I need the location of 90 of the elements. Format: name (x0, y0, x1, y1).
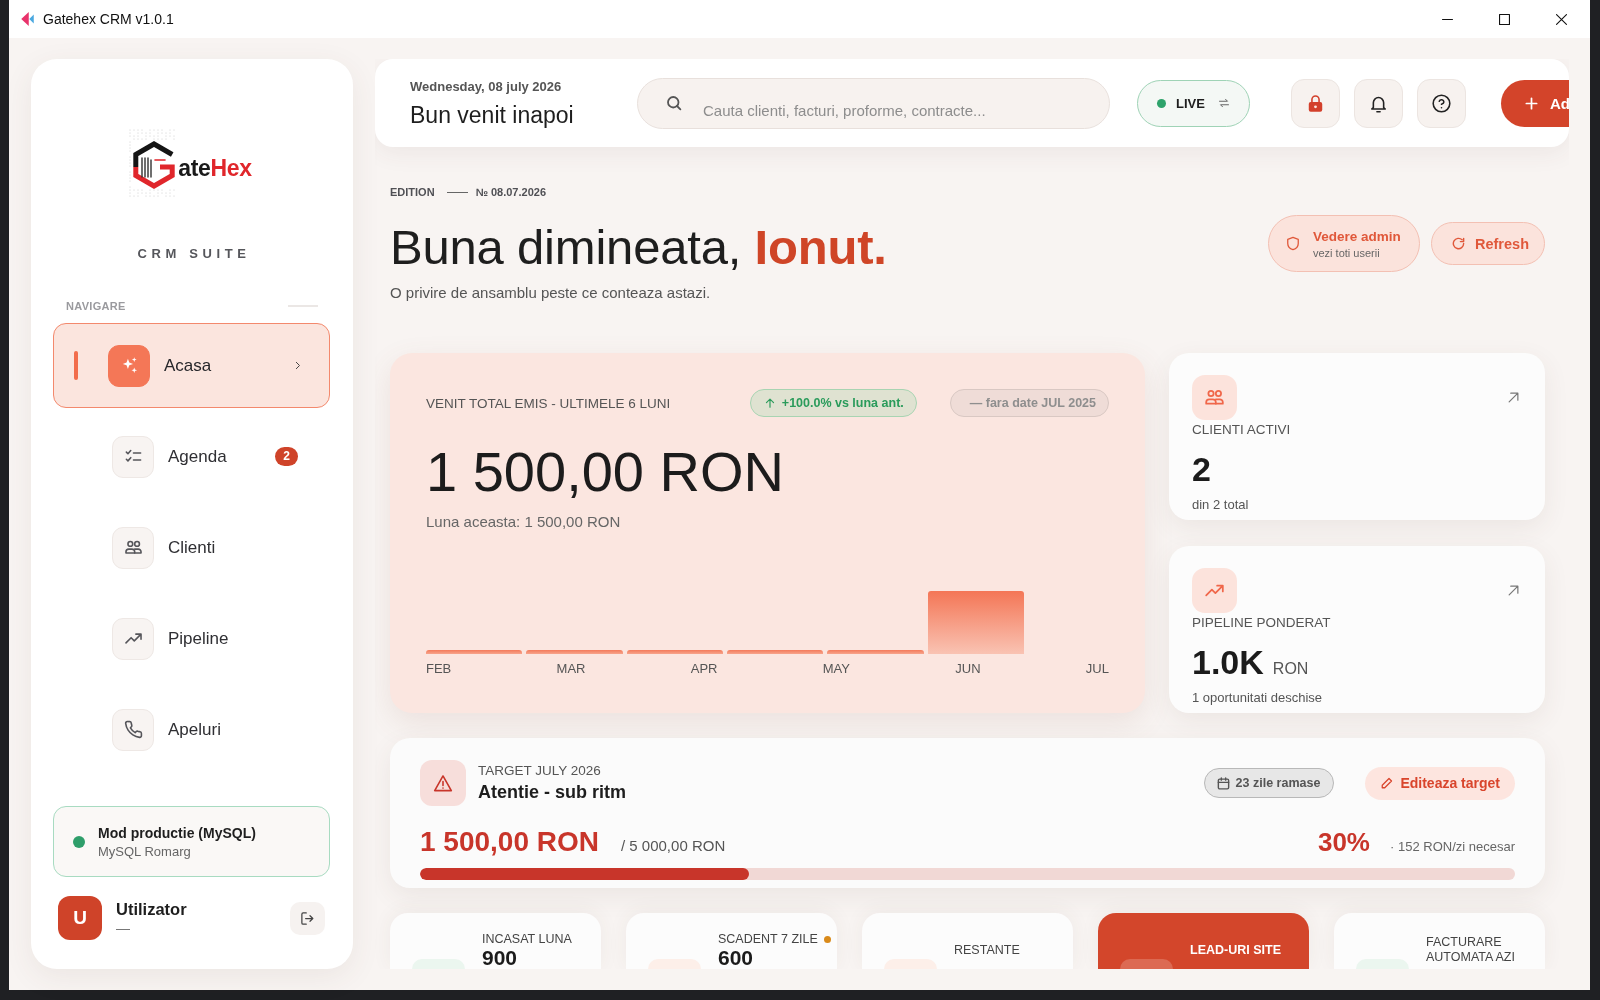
month-label: JUN (955, 661, 981, 677)
count-badge: 2 (275, 447, 298, 466)
edition-number: № 08.07.2026 (475, 185, 546, 200)
pencil-icon[interactable] (1381, 777, 1394, 789)
achieved-amount: 1 500,00 RON (420, 825, 599, 859)
kpi-caption: din 2 total (1192, 496, 1249, 514)
search-icon (665, 93, 683, 112)
kpi-label: PIPELINE PONDERAT (1192, 614, 1331, 632)
revenue-title: VENIT TOTAL EMIS - ULTIMELE 6 LUNI (426, 395, 671, 411)
window-title: Gatehex CRM v1.0.1 (43, 11, 174, 27)
kpi-caption: 1 oportunitati deschise (1192, 689, 1323, 707)
lock-icon[interactable] (1306, 93, 1325, 113)
arrow-up-right-icon (1508, 585, 1519, 596)
revenue-total: 1 500,00 RON (426, 439, 784, 505)
lock-button[interactable] (1291, 78, 1340, 128)
status-title: Mod productie (MySQL) (98, 823, 256, 842)
comparison-badge: — fara date JUL 2025 (949, 389, 1109, 417)
welcome-text: Bun venit inapoi (410, 101, 574, 128)
kpi-value: 2 (1192, 449, 1211, 489)
trend-up-icon (1192, 568, 1237, 613)
target-label: TARGET JULY 2026 (478, 762, 601, 780)
stat-label: INCASAT LUNA (482, 931, 572, 947)
arrow-up-icon (764, 397, 775, 409)
edition-label: EDITION (390, 185, 435, 200)
change-text: +100.0% vs luna ant. (781, 396, 904, 410)
daily-needed: · 152 RON/zi necesar (1390, 839, 1515, 854)
checklist-icon (112, 435, 154, 478)
month-label: MAY (822, 661, 850, 677)
nav-item[interactable]: Apeluri (53, 687, 330, 772)
target-percent: 30% (1317, 826, 1370, 859)
user-avatar: U (58, 896, 102, 940)
refresh-icon[interactable] (1452, 237, 1465, 250)
active-marker-icon (74, 351, 78, 380)
calendar-icon (1216, 776, 1230, 790)
nav-item[interactable]: Agenda 2 (53, 414, 330, 499)
warning-icon (420, 760, 466, 806)
sparkle-icon (108, 344, 150, 387)
revenue-subtitle: Luna aceasta: 1 500,00 RON (426, 512, 621, 532)
people-icon (1192, 375, 1237, 420)
month-label: FEB (426, 661, 452, 677)
plus-icon[interactable] (1525, 96, 1538, 110)
status-subtitle: MySQL Romarg (98, 843, 191, 860)
user-name: Utilizator (116, 899, 187, 919)
kpi-unit: RON (1272, 660, 1309, 678)
suite-label: CRM SUITE (136, 246, 251, 262)
arrow-up-right-icon (1508, 392, 1519, 403)
kpi-label: CLIENTI ACTIVI (1192, 421, 1291, 439)
greeting-title: Buna dimineata, Ionut. (390, 219, 887, 275)
logout-button[interactable] (290, 901, 325, 935)
close-icon[interactable] (1556, 13, 1567, 25)
swap-arrows-icon (1216, 97, 1231, 109)
stat-value: 600 (718, 946, 754, 969)
app-logo-icon (21, 12, 34, 26)
stat-value: 900 (482, 946, 518, 969)
month-label: APR (690, 661, 718, 677)
month-label: JUL (1085, 661, 1109, 677)
stat-label: LEAD-URI SITE (1190, 942, 1281, 958)
help-icon[interactable] (1432, 93, 1451, 113)
stat-label: RESTANTE (954, 942, 1020, 958)
edit-target-button[interactable]: Editeaza target (1365, 766, 1515, 800)
logout-icon[interactable] (300, 910, 315, 926)
phone-icon (112, 708, 154, 751)
nav-item[interactable]: Clienti (53, 505, 330, 590)
date-label: Wednesday, 08 july 2026 (410, 78, 562, 95)
goal-amount: / 5 000,00 RON (621, 837, 726, 854)
kpi-value: 1.0K (1192, 642, 1264, 682)
minimize-icon[interactable] (1442, 18, 1453, 20)
logo-text: ateHex (178, 154, 252, 182)
help-button[interactable] (1417, 78, 1466, 128)
days-left-text: 23 zile ramase (1235, 776, 1321, 790)
stat-label: SCADENT 7 ZILE (718, 931, 818, 947)
greeting-subtitle: O privire de ansamblu peste ce conteaza astazi. (390, 283, 711, 303)
user-role: — (116, 919, 130, 937)
chevron-right-icon (294, 359, 302, 372)
maximize-icon[interactable] (1499, 13, 1510, 25)
search-field[interactable]: Cauta clienti, facturi, proforme, contracte... (637, 77, 1110, 129)
nav-item[interactable]: Acasa (53, 323, 330, 408)
target-status: Atentie - sub ritm (478, 781, 626, 804)
month-label: MAR (556, 661, 586, 677)
shield-icon[interactable] (1286, 236, 1300, 251)
notifications-button[interactable] (1354, 78, 1403, 128)
trend-up-icon (112, 617, 154, 660)
live-toggle[interactable]: LIVE (1137, 79, 1250, 127)
nav-item[interactable]: Pipeline (53, 596, 330, 681)
add-button[interactable]: Ad (1501, 79, 1569, 127)
section-heading: NAVIGARE (66, 300, 126, 312)
tile-icon (1120, 959, 1173, 969)
admin-view-button[interactable]: Vedere admin vezi toti userii (1268, 215, 1420, 272)
people-icon (112, 526, 154, 569)
stat-label: FACTURARE AUTOMATA AZI (1426, 935, 1516, 965)
